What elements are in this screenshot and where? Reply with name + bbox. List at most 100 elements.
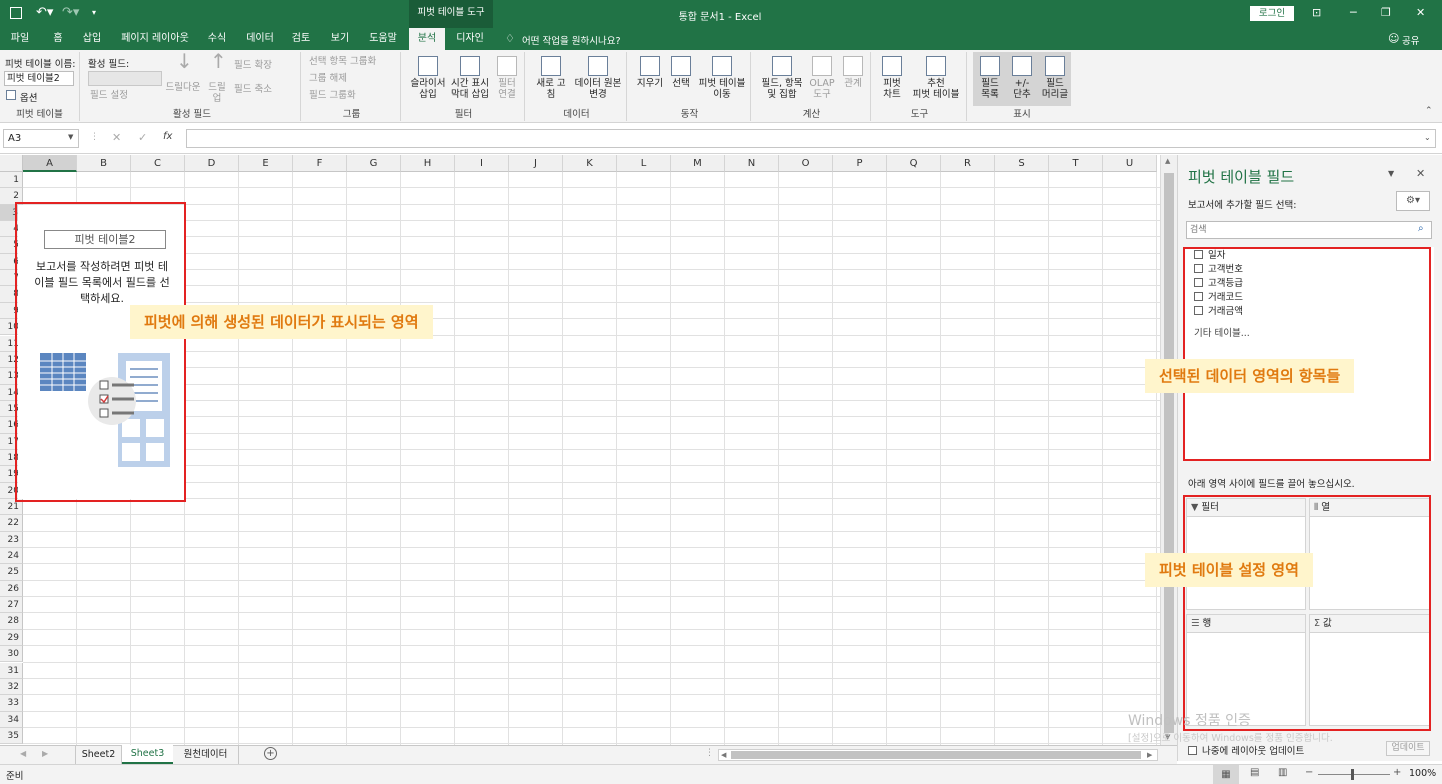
sheet-tab[interactable]: Sheet2 bbox=[75, 746, 122, 764]
column-header[interactable]: S bbox=[995, 155, 1049, 172]
row-header[interactable]: 24 bbox=[0, 548, 23, 565]
column-header[interactable]: P bbox=[833, 155, 887, 172]
tab-analyze[interactable]: 분석 bbox=[409, 28, 445, 50]
column-header[interactable]: J bbox=[509, 155, 563, 172]
save-icon[interactable] bbox=[10, 7, 22, 19]
panel-close-icon[interactable]: ✕ bbox=[1416, 167, 1425, 180]
add-sheet-icon[interactable]: + bbox=[264, 747, 277, 760]
group-field-button[interactable]: 필드 그룹화 bbox=[309, 90, 356, 101]
name-box-dropdown-icon[interactable]: ▼ bbox=[68, 133, 73, 141]
scroll-thumb[interactable] bbox=[1164, 173, 1174, 733]
panel-settings-button[interactable]: ⚙▾ bbox=[1396, 191, 1430, 211]
zoom-slider[interactable] bbox=[1318, 774, 1390, 775]
close-button[interactable]: ✕ bbox=[1416, 6, 1425, 19]
expand-field-button[interactable]: 필드 확장 bbox=[234, 60, 272, 71]
row-header[interactable]: 28 bbox=[0, 613, 23, 630]
redo-icon[interactable]: ↷▾ bbox=[62, 5, 79, 20]
enter-icon[interactable]: ✓ bbox=[138, 131, 147, 144]
refresh-button[interactable]: 새로 고침 bbox=[531, 56, 571, 100]
ungroup-button[interactable]: 그룹 해제 bbox=[309, 73, 347, 84]
normal-view-icon[interactable]: ▦ bbox=[1213, 765, 1239, 784]
cancel-icon[interactable]: ✕ bbox=[112, 131, 121, 144]
row-header[interactable]: 25 bbox=[0, 564, 23, 581]
column-header[interactable]: B bbox=[77, 155, 131, 172]
restore-button[interactable]: ❐ bbox=[1381, 6, 1391, 19]
panel-options-chevron-icon[interactable]: ▼ bbox=[1388, 169, 1394, 178]
hscroll-thumb[interactable] bbox=[731, 751, 1141, 759]
field-headers-button[interactable]: 필드 머리글 bbox=[1039, 56, 1071, 100]
formula-input[interactable] bbox=[186, 129, 1436, 148]
column-header[interactable]: U bbox=[1103, 155, 1157, 172]
recommended-pivot-button[interactable]: 추천 피벗 테이블 bbox=[907, 56, 965, 100]
checkbox[interactable] bbox=[1188, 746, 1197, 755]
tell-me-search[interactable]: 어떤 작업을 원하시나요? bbox=[522, 33, 620, 47]
insert-timeline-button[interactable]: 시간 표시 막대 삽입 bbox=[449, 56, 491, 100]
tab-home[interactable]: 홈 bbox=[44, 28, 72, 50]
active-field-input[interactable] bbox=[88, 71, 162, 86]
column-header[interactable]: T bbox=[1049, 155, 1103, 172]
login-button[interactable]: 로그인 bbox=[1250, 6, 1294, 21]
undo-icon[interactable]: ↶▾ bbox=[36, 5, 53, 20]
options-button[interactable]: 옵션 bbox=[20, 90, 37, 104]
tab-page-layout[interactable]: 페이지 레이아웃 bbox=[115, 28, 195, 50]
sheet-tab[interactable]: 원천데이터 bbox=[173, 746, 239, 764]
row-header[interactable]: 22 bbox=[0, 515, 23, 532]
filter-connections-button[interactable]: 필터 연결 bbox=[493, 56, 521, 100]
row-header[interactable]: 30 bbox=[0, 646, 23, 663]
page-break-view-icon[interactable]: ▥ bbox=[1278, 767, 1287, 778]
row-header[interactable]: 27 bbox=[0, 597, 23, 614]
tab-view[interactable]: 보기 bbox=[325, 28, 355, 50]
tab-help[interactable]: 도움말 bbox=[364, 28, 402, 50]
vertical-scrollbar[interactable]: ▲ ▼ bbox=[1160, 155, 1177, 745]
update-button[interactable]: 업데이트 bbox=[1386, 741, 1430, 756]
column-header[interactable]: H bbox=[401, 155, 455, 172]
ribbon-display-options-icon[interactable]: ⊡ bbox=[1312, 6, 1321, 19]
field-settings-button[interactable]: 필드 설정 bbox=[90, 90, 128, 101]
tab-design[interactable]: 디자인 bbox=[450, 28, 490, 50]
column-header[interactable]: E bbox=[239, 155, 293, 172]
sheet-tab-active[interactable]: Sheet3 bbox=[122, 745, 173, 764]
column-header[interactable]: F bbox=[293, 155, 347, 172]
row-header[interactable]: 35 bbox=[0, 727, 23, 745]
share-button[interactable]: 공유 bbox=[1402, 33, 1419, 47]
column-header[interactable]: L bbox=[617, 155, 671, 172]
tab-formulas[interactable]: 수식 bbox=[202, 28, 232, 50]
column-header[interactable]: M bbox=[671, 155, 725, 172]
fields-items-sets-button[interactable]: 필드, 항목 및 집합 bbox=[757, 56, 807, 100]
pivot-chart-button[interactable]: 피벗 차트 bbox=[877, 56, 907, 100]
pivot-name-input[interactable]: 피벗 테이블2 bbox=[4, 71, 74, 86]
insert-slicer-button[interactable]: 슬라이서 삽입 bbox=[407, 56, 449, 100]
collapse-field-button[interactable]: 필드 축소 bbox=[234, 84, 272, 95]
insert-function-icon[interactable]: fx bbox=[163, 131, 172, 142]
minimize-button[interactable]: ─ bbox=[1350, 6, 1357, 19]
group-selection-button[interactable]: 선택 항목 그룹화 bbox=[309, 56, 376, 67]
sheet-next-icon[interactable]: ▶ bbox=[42, 749, 48, 758]
column-header[interactable]: I bbox=[455, 155, 509, 172]
column-header[interactable]: A bbox=[23, 155, 77, 172]
select-button[interactable]: 선택 bbox=[667, 56, 695, 89]
defer-update-checkbox[interactable]: 나중에 레이아웃 업데이트 bbox=[1188, 743, 1304, 757]
tab-file[interactable]: 파일 bbox=[0, 28, 40, 50]
tab-review[interactable]: 검토 bbox=[286, 28, 316, 50]
field-list-button[interactable]: 필드 목록 bbox=[975, 56, 1005, 100]
column-header[interactable]: D bbox=[185, 155, 239, 172]
zoom-level[interactable]: 100% bbox=[1409, 768, 1436, 779]
tab-data[interactable]: 데이터 bbox=[242, 28, 278, 50]
zoom-out-icon[interactable]: − bbox=[1305, 767, 1313, 778]
move-pivot-button[interactable]: 피벗 테이블 이동 bbox=[695, 56, 749, 100]
clear-button[interactable]: 지우기 bbox=[633, 56, 667, 89]
olap-tools-button[interactable]: OLAP 도구 bbox=[807, 56, 837, 100]
quick-access-customize-icon[interactable]: ▾ bbox=[92, 8, 96, 17]
column-header[interactable]: O bbox=[779, 155, 833, 172]
change-source-button[interactable]: 데이터 원본 변경 bbox=[571, 56, 625, 100]
column-header[interactable]: N bbox=[725, 155, 779, 172]
column-header[interactable]: R bbox=[941, 155, 995, 172]
sheet-prev-icon[interactable]: ◀ bbox=[20, 749, 26, 758]
column-header[interactable]: G bbox=[347, 155, 401, 172]
zoom-in-icon[interactable]: + bbox=[1393, 767, 1401, 778]
column-header[interactable]: K bbox=[563, 155, 617, 172]
expand-formula-icon[interactable]: ⌄ bbox=[1424, 133, 1431, 142]
row-header[interactable]: 29 bbox=[0, 629, 23, 647]
tab-insert[interactable]: 삽입 bbox=[77, 28, 107, 50]
relationships-button[interactable]: 관계 bbox=[839, 56, 867, 89]
